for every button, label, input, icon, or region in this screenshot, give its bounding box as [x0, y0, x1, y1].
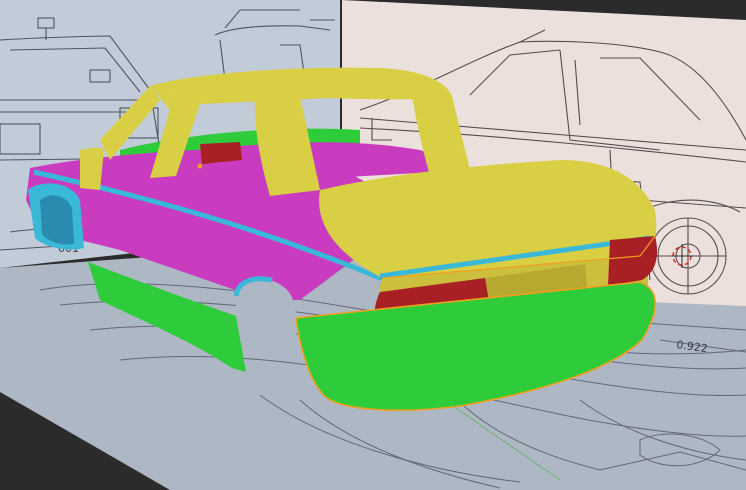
viewport-scene[interactable]: 0.922 001: [0, 0, 746, 490]
active-vertex-marker[interactable]: [197, 163, 203, 169]
rear-quarter-pillar: [80, 147, 104, 190]
3d-viewport[interactable]: 0.922 001: [0, 0, 746, 490]
